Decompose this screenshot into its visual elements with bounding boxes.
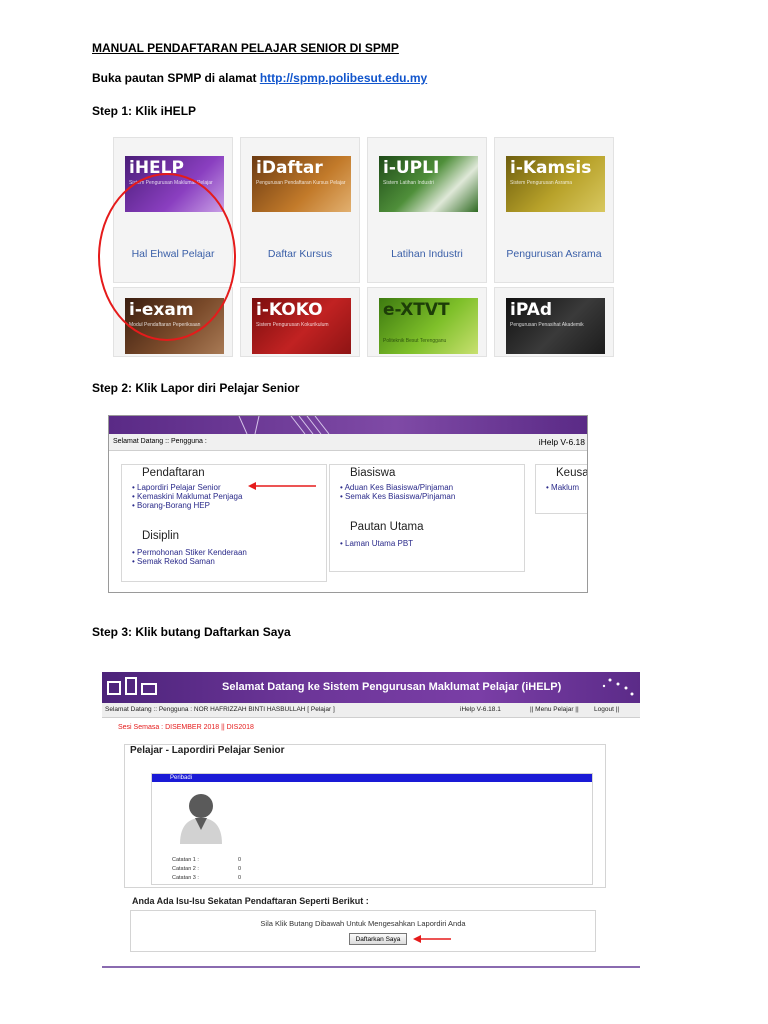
highlight-circle — [98, 173, 236, 341]
semak-biasiswa-link[interactable]: Semak Kes Biasiswa/Pinjaman — [340, 492, 455, 501]
catatan-list: Catatan 1 :0 Catatan 2 :0 Catatan 3 :0 — [172, 856, 241, 883]
ipad-banner-text: iPAd — [510, 300, 553, 320]
extvt-banner-sub: Politeknik Besut Terengganu — [383, 338, 447, 344]
pendaftaran-title: Pendaftaran — [142, 467, 205, 479]
main-header-title: Selamat Datang ke Sistem Pengurusan Makl… — [222, 681, 562, 693]
keusahawanan-panel: Keusa Maklum — [535, 464, 588, 514]
instruction-text: Sila Klik Butang Dibawah Untuk Mengesahk… — [260, 919, 466, 928]
intro-line: Buka pautan SPMP di alamat http://spmp.p… — [92, 71, 427, 85]
tile-label-daftar-kursus: Daftar Kursus — [267, 248, 333, 260]
iupli-banner-text: i-UPLI — [383, 158, 440, 178]
peribadi-box: Peribadi Catatan 1 :0 Catatan 2 :0 Catat… — [151, 773, 593, 885]
ihelp-header-strip — [109, 416, 587, 434]
intro-text: Buka pautan SPMP di alamat — [92, 71, 260, 85]
step3-heading: Step 3: Klik butang Daftarkan Saya — [92, 625, 291, 639]
idaftar-banner: iDaftar Pengurusan Pendaftaran Kursus Pe… — [252, 156, 351, 212]
tile-label-latihan-industri: Latihan Industri — [391, 248, 463, 260]
stiker-kenderaan-link[interactable]: Permohonan Stiker Kenderaan — [132, 548, 247, 557]
daftarkan-saya-button[interactable]: Daftarkan Saya — [349, 933, 407, 945]
disiplin-title: Disiplin — [142, 530, 180, 542]
kemaskini-penjaga-link[interactable]: Kemaskini Maklumat Penjaga — [132, 492, 242, 501]
version-text: iHelp V-6.18 — [538, 437, 585, 447]
pendaftaran-panel: Pendaftaran Lapordiri Pelajar Senior Kem… — [121, 464, 327, 582]
keusahawanan-list: Maklum — [546, 483, 579, 492]
tile-label-pengurusan-asrama: Pengurusan Asrama — [506, 248, 602, 260]
rekod-saman-link[interactable]: Semak Rekod Saman — [132, 557, 247, 566]
spmp-link[interactable]: http://spmp.polibesut.edu.my — [260, 71, 427, 85]
lapordiri-link[interactable]: Lapordiri Pelajar Senior — [132, 483, 242, 492]
tile-idaftar[interactable]: iDaftar Pengurusan Pendaftaran Kursus Pe… — [240, 137, 360, 283]
ikamsis-banner-sub: Sistem Pengurusan Asrama — [510, 180, 572, 186]
keusahawanan-title: Keusa — [556, 467, 588, 479]
header-dots-icon — [602, 678, 634, 696]
pendaftaran-list: Lapordiri Pelajar Senior Kemaskini Maklu… — [132, 483, 242, 510]
lapordiri-panel: Pelajar - Lapordiri Pelajar Senior Perib… — [124, 744, 606, 888]
avatar-icon — [180, 794, 222, 844]
maklum-link[interactable]: Maklum — [546, 483, 579, 492]
extvt-banner: e-XTVT Politeknik Besut Terengganu — [379, 298, 478, 354]
extvt-banner-text: e-XTVT — [383, 300, 450, 320]
ikoko-banner-text: i-KOKO — [256, 300, 323, 320]
tile-iupli[interactable]: i-UPLI Sistem Latihan Industri Latihan I… — [367, 137, 487, 283]
logout-link[interactable]: Logout || — [594, 703, 619, 717]
step2-screenshot: Selamat Datang :: Pengguna : iHelp V-6.1… — [108, 415, 588, 593]
disiplin-list: Permohonan Stiker Kenderaan Semak Rekod … — [132, 548, 247, 566]
catatan-row: Catatan 2 :0 — [172, 866, 242, 872]
step2-heading: Step 2: Klik Lapor diri Pelajar Senior — [92, 381, 300, 395]
confirm-box: Sila Klik Butang Dibawah Untuk Mengesahk… — [130, 910, 596, 952]
step1-heading: Step 1: Klik iHELP — [92, 104, 197, 118]
catatan-row: Catatan 1 :0 — [172, 857, 242, 863]
issue-title: Anda Ada Isu-Isu Sekatan Pendaftaran Sep… — [132, 896, 369, 906]
pautan-list: Laman Utama PBT — [340, 539, 413, 548]
main-welcome-bar: Selamat Datang :: Pengguna : NOR HAFRIZZ… — [102, 703, 640, 718]
welcome-bar: Selamat Datang :: Pengguna : iHelp V-6.1… — [109, 434, 587, 451]
step3-screenshot: Selamat Datang ke Sistem Pengurusan Makl… — [102, 672, 640, 970]
tile-ipad[interactable]: iPAd Pengurusan Penasihat Akademik — [494, 287, 614, 357]
arrow-left-icon — [413, 935, 451, 943]
arrow-left-icon — [248, 482, 316, 490]
biasiswa-list: Aduan Kes Biasiswa/Pinjaman Semak Kes Bi… — [340, 483, 455, 501]
biasiswa-panel: Biasiswa Aduan Kes Biasiswa/Pinjaman Sem… — [329, 464, 525, 572]
ipad-banner-sub: Pengurusan Penasihat Akademik — [510, 322, 584, 328]
main-version-text: iHelp V-6.18.1 — [460, 706, 501, 713]
ikamsis-banner-text: i-Kamsis — [510, 158, 592, 178]
ihelp-logo-icon — [107, 677, 157, 695]
peribadi-header: Peribadi — [152, 774, 592, 782]
pautan-title: Pautan Utama — [350, 521, 424, 533]
header-pattern-icon — [238, 416, 330, 434]
ipad-banner: iPAd Pengurusan Penasihat Akademik — [506, 298, 605, 354]
tile-ikoko[interactable]: i-KOKO Sistem Pengurusan Kokurikulum — [240, 287, 360, 357]
borang-hep-link[interactable]: Borang-Borang HEP — [132, 501, 242, 510]
session-text: Sesi Semasa : DISEMBER 2018 || DIS2018 — [118, 724, 254, 731]
iupli-banner-sub: Sistem Latihan Industri — [383, 180, 434, 186]
welcome-text: Selamat Datang :: Pengguna : — [113, 438, 207, 445]
menu-pelajar-link[interactable]: || Menu Pelajar || — [530, 703, 579, 717]
document-title: MANUAL PENDAFTARAN PELAJAR SENIOR DI SPM… — [92, 41, 399, 55]
laman-utama-link[interactable]: Laman Utama PBT — [340, 539, 413, 548]
ikoko-banner-sub: Sistem Pengurusan Kokurikulum — [256, 322, 329, 328]
tile-extvt[interactable]: e-XTVT Politeknik Besut Terengganu — [367, 287, 487, 357]
aduan-biasiswa-link[interactable]: Aduan Kes Biasiswa/Pinjaman — [340, 483, 455, 492]
ikamsis-banner: i-Kamsis Sistem Pengurusan Asrama — [506, 156, 605, 212]
idaftar-banner-sub: Pengurusan Pendaftaran Kursus Pelajar — [256, 180, 346, 186]
catatan-row: Catatan 3 :0 — [172, 875, 242, 881]
ihelp-main-header: Selamat Datang ke Sistem Pengurusan Makl… — [102, 672, 640, 703]
ikoko-banner: i-KOKO Sistem Pengurusan Kokurikulum — [252, 298, 351, 354]
iupli-banner: i-UPLI Sistem Latihan Industri — [379, 156, 478, 212]
footer-line — [102, 966, 640, 968]
lapordiri-page-title: Pelajar - Lapordiri Pelajar Senior — [130, 745, 285, 756]
tile-ikamsis[interactable]: i-Kamsis Sistem Pengurusan Asrama Pengur… — [494, 137, 614, 283]
idaftar-banner-text: iDaftar — [256, 158, 323, 178]
biasiswa-title: Biasiswa — [350, 467, 396, 479]
main-welcome-text: Selamat Datang :: Pengguna : NOR HAFRIZZ… — [105, 706, 335, 713]
